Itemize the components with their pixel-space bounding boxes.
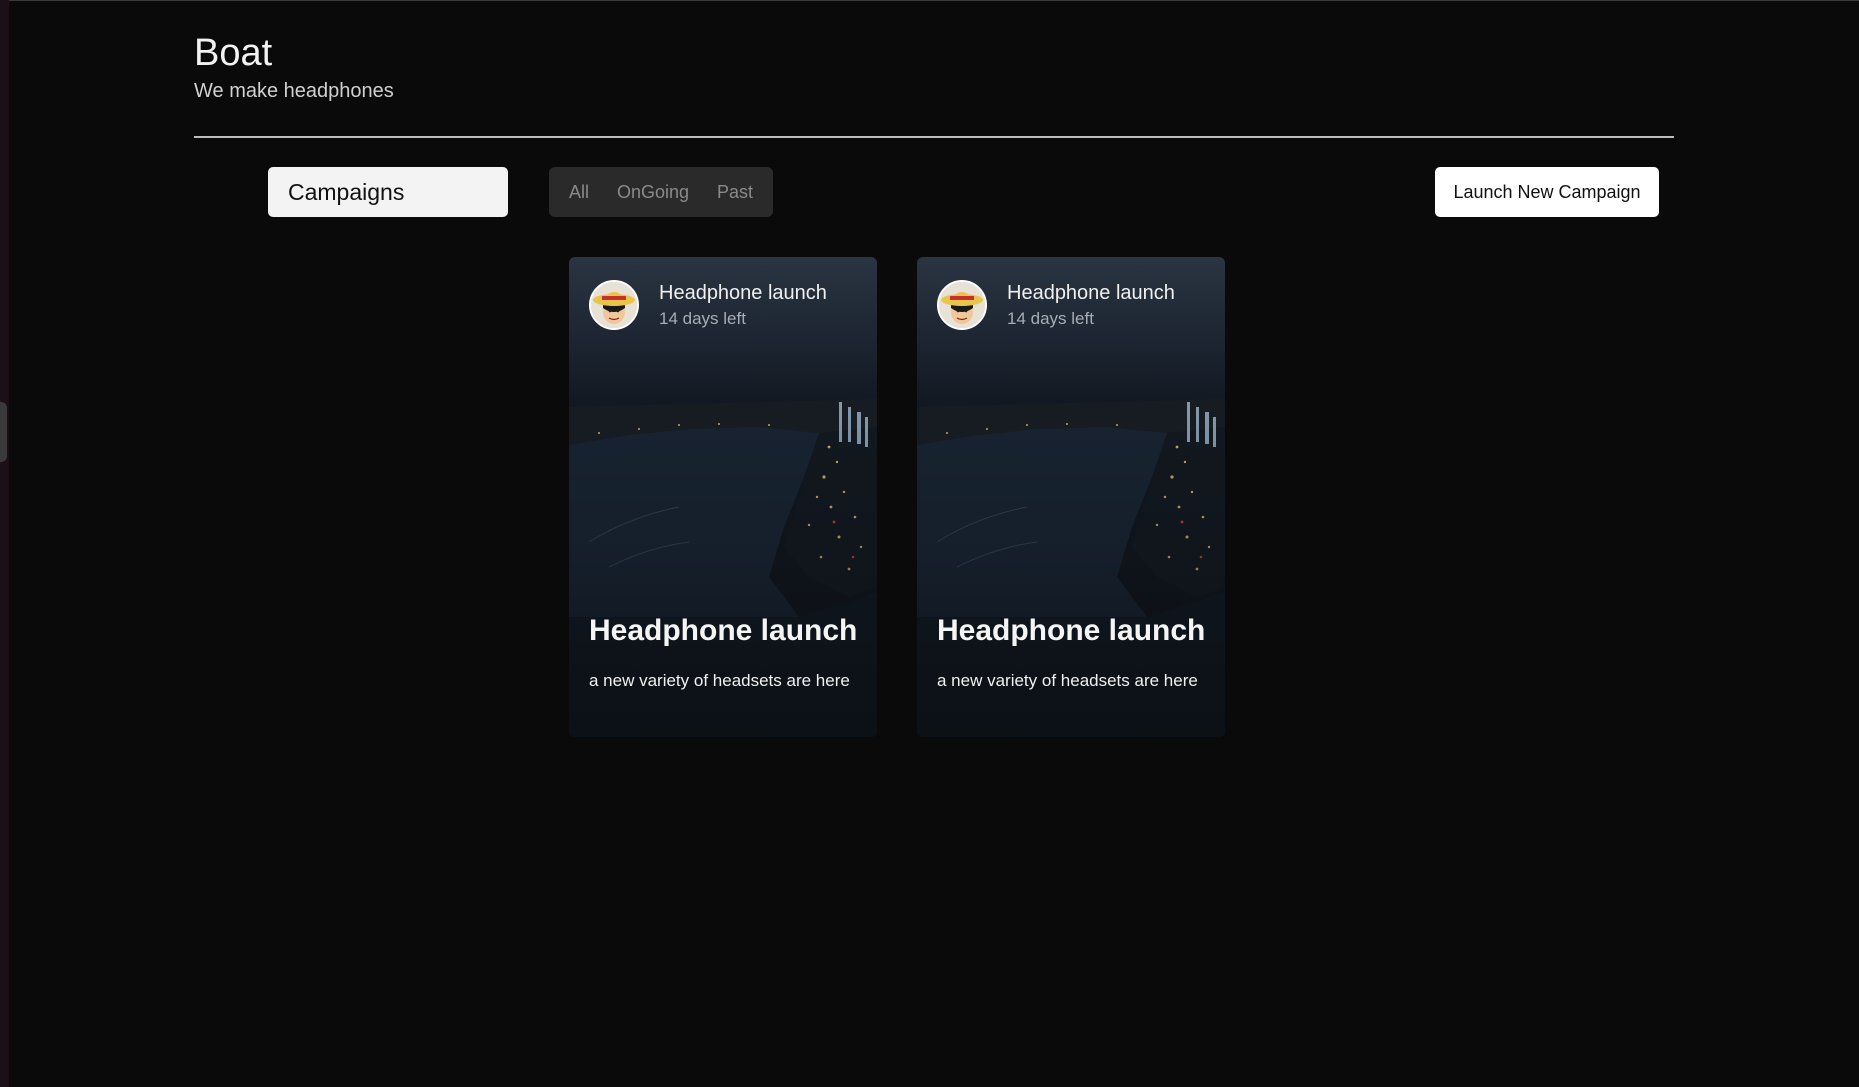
card-header-title: Headphone launch — [1007, 282, 1175, 304]
campaign-filter-tabs: All OnGoing Past — [549, 167, 773, 217]
brand-title: Boat — [194, 32, 273, 74]
card-header-title: Headphone launch — [659, 282, 827, 304]
top-border — [0, 0, 1859, 1]
campaign-card[interactable]: Headphone launch 14 days left Headphone … — [569, 257, 877, 737]
campaign-card[interactable]: Headphone launch 14 days left Headphone … — [917, 257, 1225, 737]
straw-hat-avatar-icon — [589, 280, 639, 330]
header-divider — [194, 136, 1674, 138]
card-title: Headphone launch — [589, 614, 858, 647]
side-drawer-handle[interactable] — [0, 402, 7, 462]
card-description: a new variety of headsets are here — [589, 671, 850, 690]
filter-tab-all[interactable]: All — [569, 167, 589, 217]
filter-tab-past[interactable]: Past — [717, 167, 753, 217]
brand-subtitle: We make headphones — [194, 80, 394, 102]
card-title: Headphone launch — [937, 614, 1206, 647]
card-days-left: 14 days left — [659, 309, 746, 328]
card-days-left: 14 days left — [1007, 309, 1094, 328]
window-left-edge — [0, 0, 9, 1087]
straw-hat-avatar-icon — [937, 280, 987, 330]
campaigns-section-label: Campaigns — [268, 167, 508, 217]
launch-new-campaign-button[interactable]: Launch New Campaign — [1435, 167, 1659, 217]
card-description: a new variety of headsets are here — [937, 671, 1198, 690]
filter-tab-ongoing[interactable]: OnGoing — [617, 167, 689, 217]
